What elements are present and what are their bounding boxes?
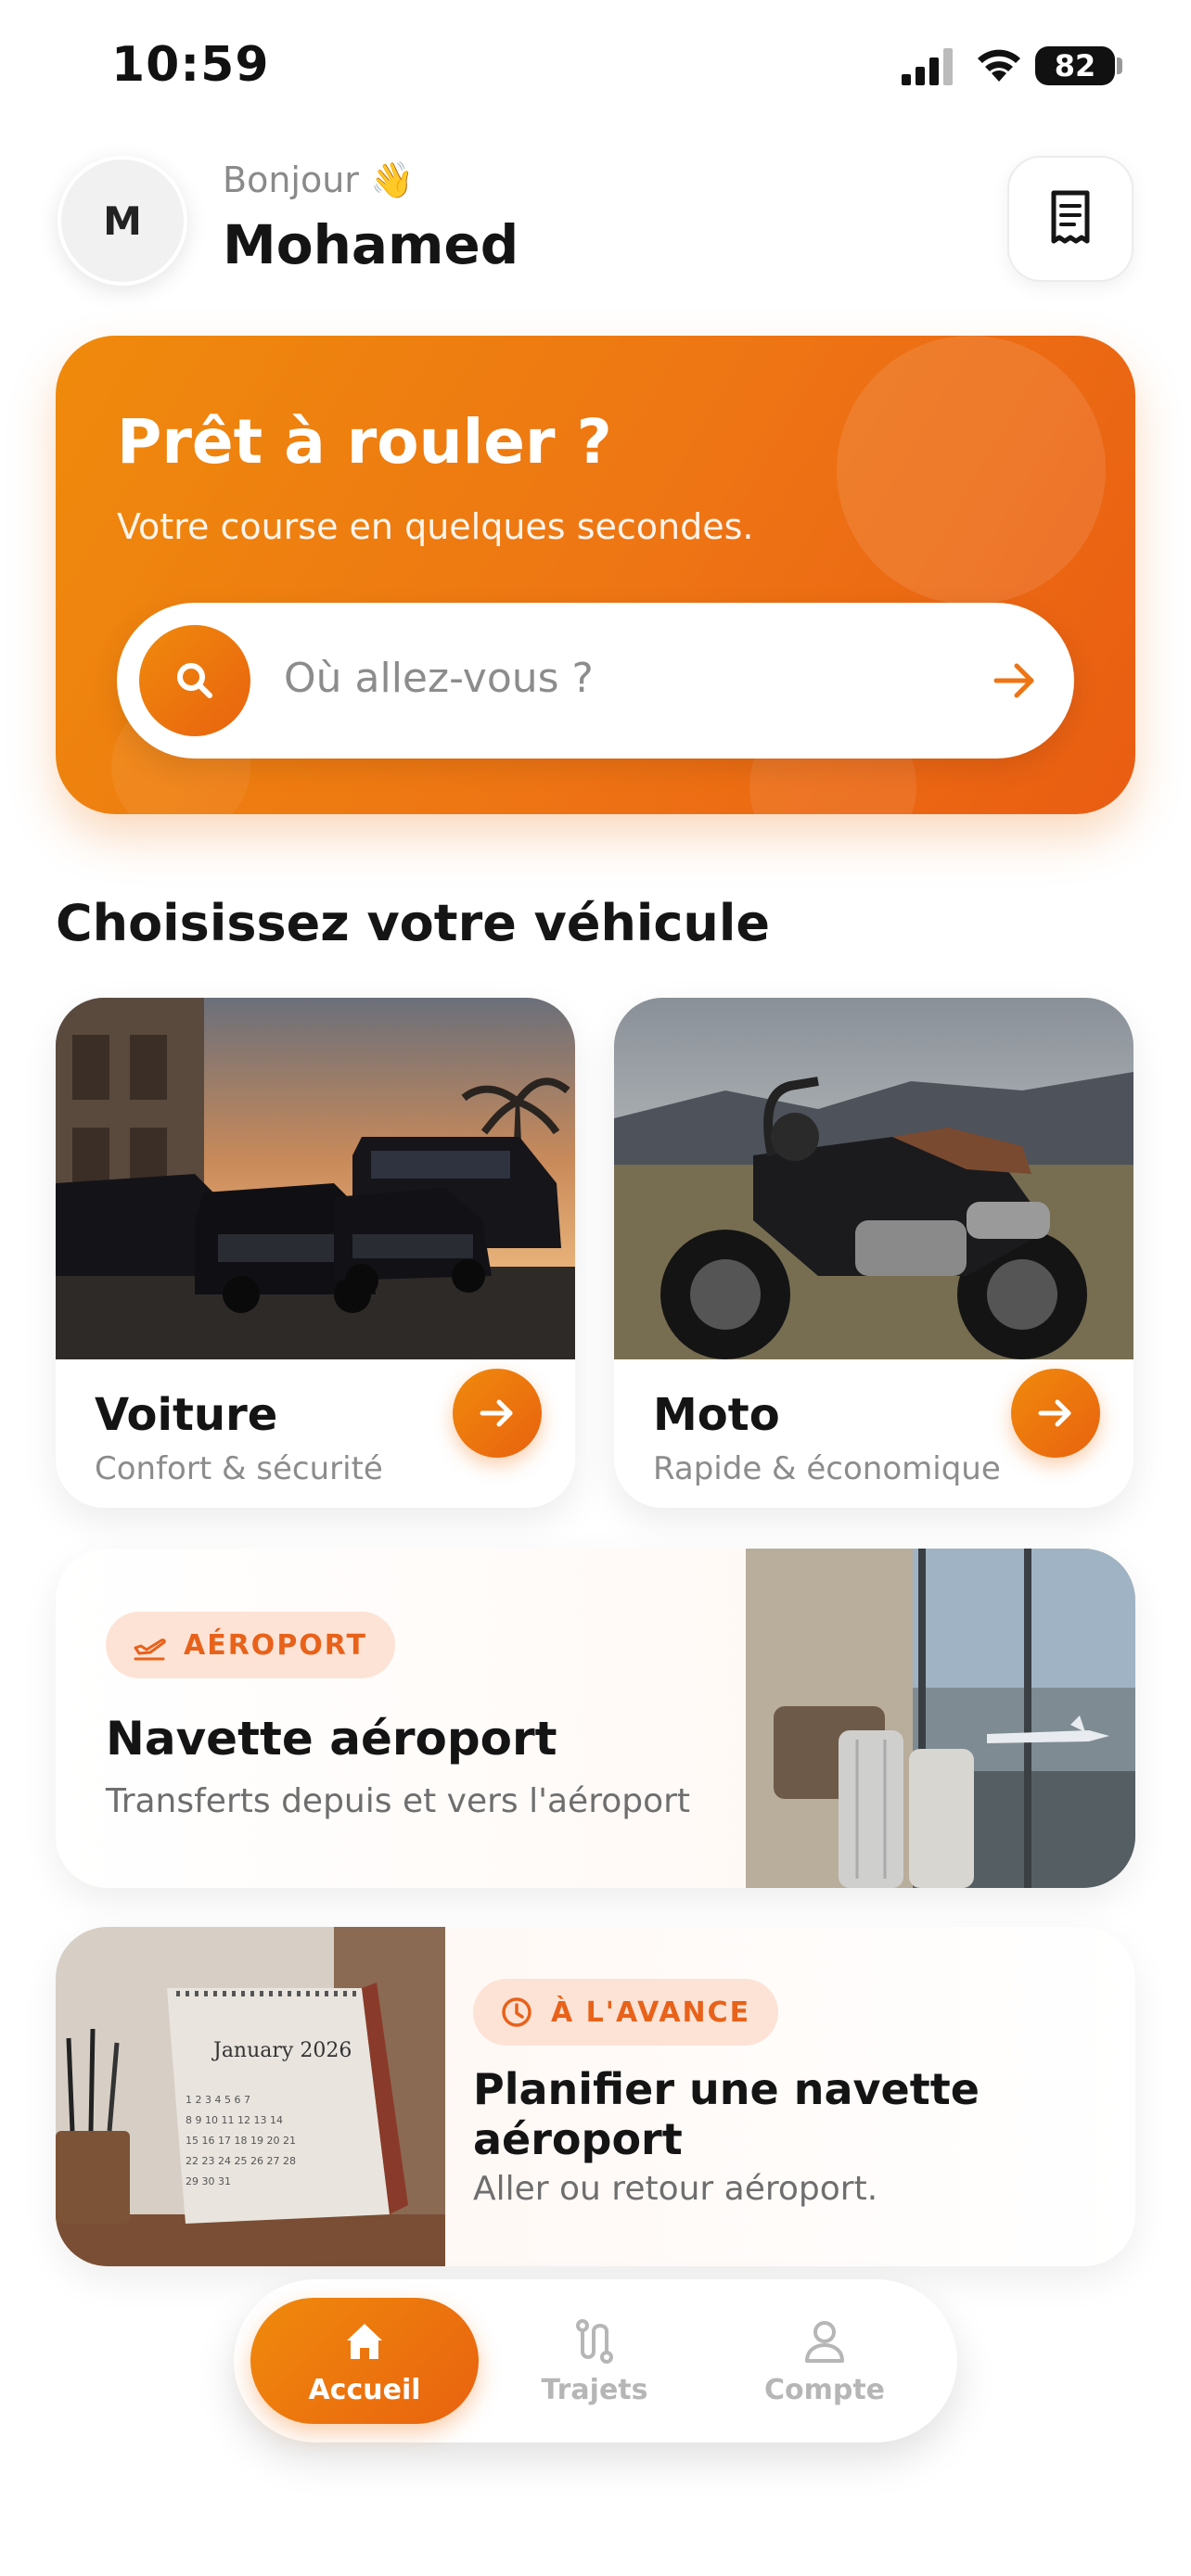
- receipt-button[interactable]: [1007, 156, 1133, 282]
- receipt-icon: [1051, 190, 1090, 244]
- wifi-icon: [978, 49, 1020, 82]
- plan-shuttle-card[interactable]: January 2026 1 2 3 4 5 6 7 8 9 10 11 12 …: [56, 1927, 1135, 2266]
- calendar-header: January 2026: [211, 2039, 352, 2062]
- status-bar: 10:59 82: [0, 0, 1191, 139]
- select-moto-button[interactable]: [1011, 1369, 1100, 1458]
- vehicle-card-voiture[interactable]: Voiture Confort & sécurité: [56, 998, 575, 1508]
- search-icon: [139, 625, 250, 736]
- route-icon: [576, 2319, 613, 2364]
- cellular-signal-icon: [902, 48, 953, 85]
- car-fleet-image: [56, 998, 575, 1359]
- clock-icon: [502, 1997, 531, 2027]
- hero-title: Prêt à rouler ?: [117, 406, 612, 478]
- card-subtitle: Aller ou retour aéroport.: [473, 2170, 878, 2208]
- card-subtitle: Transferts depuis et vers l'aéroport: [106, 1782, 691, 1820]
- svg-text:22 23 24 25 26 27 28: 22 23 24 25 26 27 28: [186, 2155, 296, 2167]
- advance-badge: À L'AVANCE: [473, 1979, 779, 2046]
- user-icon: [805, 2321, 844, 2363]
- vehicle-card-moto[interactable]: Moto Rapide & économique: [614, 998, 1133, 1508]
- home-icon: [347, 2324, 382, 2359]
- user-name: Mohamed: [223, 213, 519, 276]
- airport-lounge-image: [746, 1549, 1135, 1888]
- svg-text:1 2 3 4 5 6 7: 1 2 3 4 5 6 7: [186, 2094, 250, 2106]
- tab-trajets[interactable]: Trajets: [480, 2298, 709, 2424]
- vehicle-subtitle: Confort & sécurité: [95, 1450, 383, 1487]
- motorcycle-image: [614, 998, 1133, 1359]
- hero-card: Prêt à rouler ? Votre course en quelques…: [56, 336, 1135, 814]
- svg-text:8 9 10 11 12 13 14: 8 9 10 11 12 13 14: [186, 2114, 283, 2126]
- vehicle-subtitle: Rapide & économique: [653, 1450, 1001, 1487]
- badge-label: AÉROPORT: [184, 1628, 368, 1662]
- destination-search-bar[interactable]: Où allez-vous ?: [117, 603, 1074, 759]
- section-title: Choisissez votre véhicule: [56, 894, 771, 952]
- airport-badge: AÉROPORT: [106, 1612, 396, 1678]
- tab-label: Compte: [763, 2374, 886, 2406]
- arrow-right-icon: [993, 663, 1034, 698]
- greeting-text: Bonjour 👋: [223, 159, 415, 200]
- tab-label: Trajets: [541, 2374, 648, 2406]
- battery-indicator: 82: [1035, 46, 1115, 85]
- calendar-image: January 2026 1 2 3 4 5 6 7 8 9 10 11 12 …: [56, 1927, 445, 2266]
- avatar[interactable]: M: [58, 156, 187, 286]
- tab-compte[interactable]: Compte: [711, 2298, 939, 2424]
- status-time: 10:59: [111, 37, 270, 93]
- bottom-tab-bar: Accueil Trajets Compte: [234, 2279, 957, 2442]
- vehicle-title: Moto: [653, 1389, 780, 1441]
- airport-shuttle-card[interactable]: AÉROPORT Navette aéroport Transferts dep…: [56, 1549, 1135, 1888]
- battery-tip: [1117, 57, 1122, 74]
- card-title: Planifier une navette aéroport: [473, 2064, 980, 2164]
- arrow-right-icon: [1038, 1399, 1071, 1427]
- tab-accueil[interactable]: Accueil: [250, 2298, 479, 2424]
- tab-label: Accueil: [308, 2374, 421, 2406]
- plane-departure-icon: [134, 1639, 166, 1661]
- decor-bubble: [837, 336, 1106, 605]
- vehicle-title: Voiture: [95, 1389, 278, 1441]
- avatar-initial: M: [103, 198, 142, 244]
- arrow-right-icon: [480, 1399, 513, 1427]
- search-placeholder: Où allez-vous ?: [284, 655, 594, 702]
- select-voiture-button[interactable]: [453, 1369, 542, 1458]
- svg-text:29 30 31: 29 30 31: [186, 2175, 231, 2187]
- hero-subtitle: Votre course en quelques secondes.: [117, 506, 754, 547]
- badge-label: À L'AVANCE: [551, 1996, 751, 2029]
- card-title: Navette aéroport: [106, 1712, 557, 1766]
- svg-text:15 16 17 18 19 20 21: 15 16 17 18 19 20 21: [186, 2135, 296, 2147]
